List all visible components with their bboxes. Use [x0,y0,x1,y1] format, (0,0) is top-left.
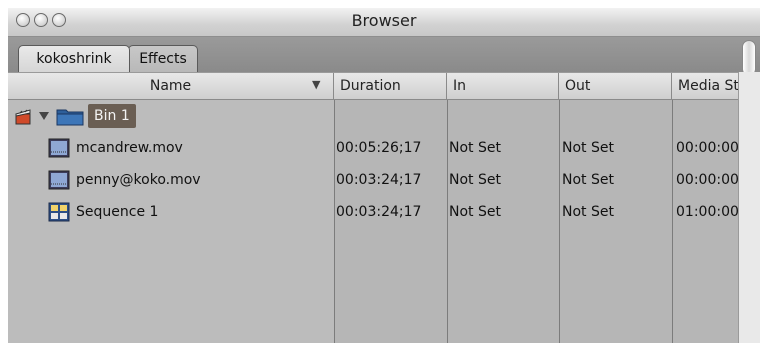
tab-kokoshrink[interactable]: kokoshrink [18,45,130,72]
in-cell: Not Set [449,204,501,220]
list-item-bin[interactable]: Bin 1 [8,100,738,132]
column-header-out[interactable]: Out [559,73,672,100]
column-header-duration[interactable]: Duration [334,73,447,100]
column-header-media-start[interactable]: Media St [672,73,738,100]
media-start-cell: 00:00:00 [676,140,739,156]
list-item-clip[interactable]: mcandrew.mov 00:05:26;17 Not Set Not Set… [8,132,739,164]
media-start-cell: 00:00:00 [676,172,739,188]
duration-cell: 00:05:26;17 [336,140,422,156]
sequence-icon [48,202,70,222]
tab-effects[interactable]: Effects [128,45,198,72]
column-header-row: Name ▼ Duration In Out Media St [8,72,760,100]
clip-icon [48,170,70,190]
media-start-cell: 01:00:00 [676,204,739,220]
out-cell: Not Set [562,172,614,188]
out-cell: Not Set [562,140,614,156]
out-cell: Not Set [562,204,614,220]
title-bar[interactable]: Browser [8,8,760,37]
column-header-name-label: Name [149,78,192,94]
sort-descending-icon[interactable]: ▼ [312,78,320,91]
in-cell: Not Set [449,172,501,188]
duration-cell: 00:03:24;17 [336,204,422,220]
duration-cell: 00:03:24;17 [336,172,422,188]
column-header-in[interactable]: In [447,73,559,100]
clapper-icon [15,109,31,125]
in-cell: Not Set [449,140,501,156]
vertical-scrollbar[interactable] [738,72,760,343]
tab-bar: kokoshrink Effects [8,37,760,72]
bin-name-label[interactable]: Bin 1 [88,104,136,128]
clip-icon [48,138,70,158]
clip-name: penny@koko.mov [76,172,201,188]
folder-icon [56,109,84,126]
horizontal-scroll-thumb[interactable] [742,40,756,76]
browser-window: Browser kokoshrink Effects Name ▼ Durati… [8,8,760,343]
window-title: Browser [351,11,417,30]
browser-list: Bin 1 mcandrew.mov 00:05:26;17 Not Set N… [8,100,739,343]
clip-name: mcandrew.mov [76,140,183,156]
column-header-name[interactable]: Name [8,73,334,100]
list-item-clip[interactable]: penny@koko.mov 00:03:24;17 Not Set Not S… [8,164,739,196]
sequence-name: Sequence 1 [76,204,159,220]
disclosure-triangle-open-icon[interactable] [38,110,50,122]
list-item-sequence[interactable]: Sequence 1 00:03:24;17 Not Set Not Set 0… [8,196,739,228]
